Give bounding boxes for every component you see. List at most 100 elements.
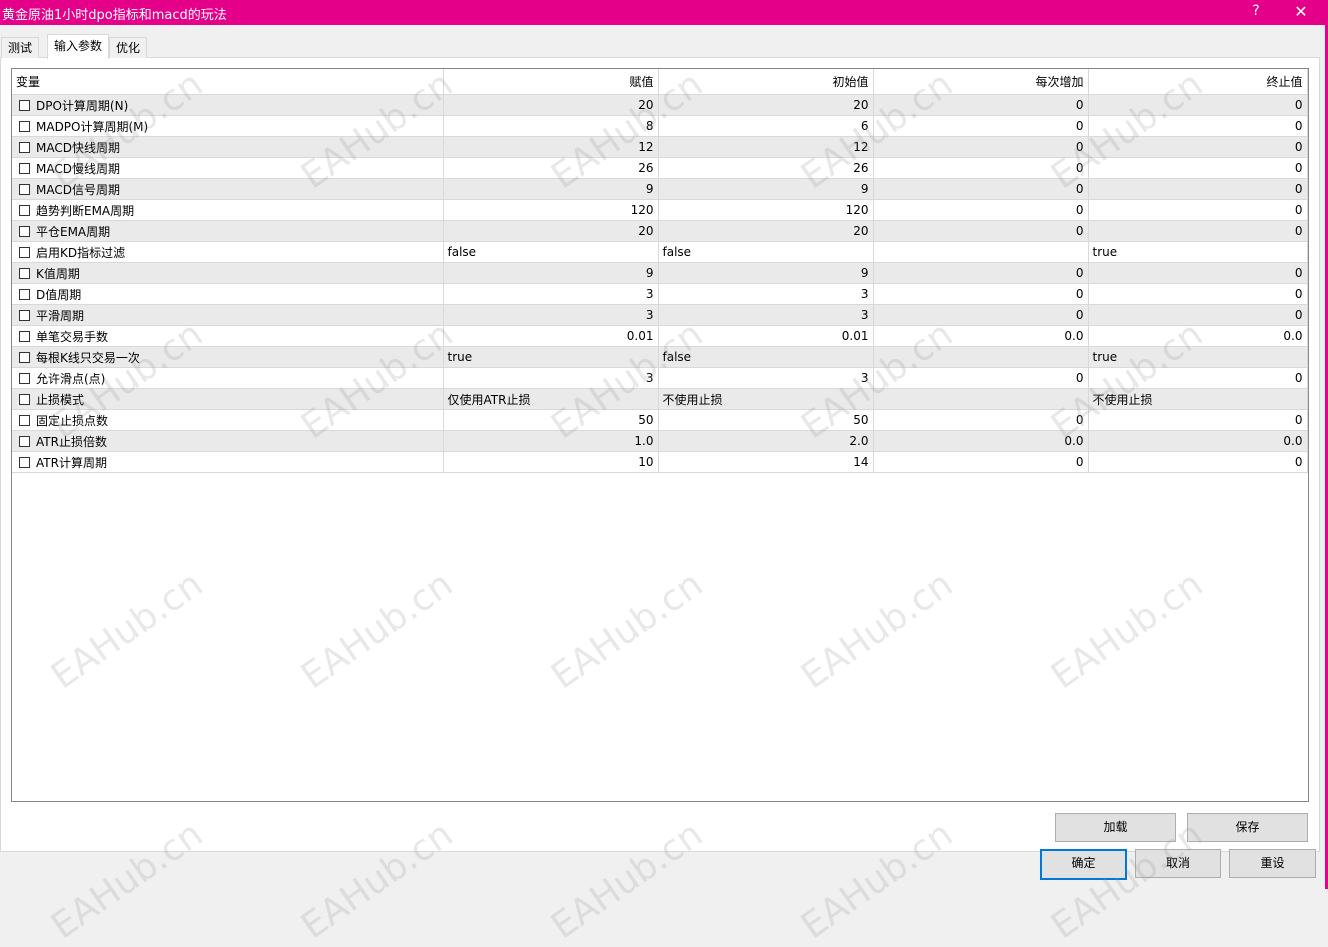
table-row[interactable]: 固定止损点数 50 50 0 0 — [12, 409, 1308, 431]
param-step-cell[interactable] — [873, 241, 1089, 263]
param-stop-cell[interactable]: true — [1088, 241, 1308, 263]
param-start-cell[interactable]: 2.0 — [658, 430, 874, 452]
param-step-cell[interactable]: 0 — [873, 367, 1089, 389]
param-step-cell[interactable]: 0 — [873, 262, 1089, 284]
param-stop-cell[interactable]: 0.0 — [1088, 325, 1308, 347]
ok-button[interactable]: 确定 — [1040, 849, 1127, 880]
optimize-checkbox[interactable] — [19, 309, 30, 321]
param-step-cell[interactable]: 0 — [873, 115, 1089, 137]
optimize-checkbox[interactable] — [19, 225, 30, 237]
table-row[interactable]: K值周期 9 9 0 0 — [12, 262, 1308, 284]
table-row[interactable]: MACD快线周期 12 12 0 0 — [12, 136, 1308, 158]
param-start-cell[interactable]: 14 — [658, 451, 874, 473]
param-value-cell[interactable]: false — [443, 241, 659, 263]
table-row[interactable]: MACD慢线周期 26 26 0 0 — [12, 157, 1308, 179]
param-value-cell[interactable]: 9 — [443, 262, 659, 284]
param-value-cell[interactable]: true — [443, 346, 659, 368]
param-step-cell[interactable]: 0 — [873, 220, 1089, 242]
optimize-checkbox[interactable] — [19, 183, 30, 195]
param-step-cell[interactable]: 0.0 — [873, 325, 1089, 347]
optimize-checkbox[interactable] — [19, 120, 30, 132]
param-value-cell[interactable]: 9 — [443, 178, 659, 200]
optimize-checkbox[interactable] — [19, 456, 30, 468]
optimize-checkbox[interactable] — [19, 204, 30, 216]
table-row[interactable]: ATR止损倍数 1.0 2.0 0.0 0.0 — [12, 430, 1308, 452]
param-step-cell[interactable]: 0 — [873, 94, 1089, 116]
param-value-cell[interactable]: 3 — [443, 304, 659, 326]
table-row[interactable]: 单笔交易手数 0.01 0.01 0.0 0.0 — [12, 325, 1308, 347]
optimize-checkbox[interactable] — [19, 99, 30, 111]
parameters-grid[interactable]: 变量 赋值 初始值 每次增加 终止值 DPO计算周期(N) 20 20 0 0 MADPO… — [11, 68, 1309, 802]
optimize-checkbox[interactable] — [19, 246, 30, 258]
col-header-step[interactable]: 每次增加 — [873, 69, 1089, 95]
table-row[interactable]: ATR计算周期 10 14 0 0 — [12, 451, 1308, 473]
param-stop-cell[interactable]: 0 — [1088, 178, 1308, 200]
param-start-cell[interactable]: 50 — [658, 409, 874, 431]
param-step-cell[interactable]: 0 — [873, 451, 1089, 473]
param-start-cell[interactable]: false — [658, 346, 874, 368]
param-value-cell[interactable]: 3 — [443, 367, 659, 389]
table-row[interactable]: 平滑周期 3 3 0 0 — [12, 304, 1308, 326]
table-row[interactable]: MADPO计算周期(M) 8 6 0 0 — [12, 115, 1308, 137]
tab-test[interactable]: 测试 — [1, 37, 40, 58]
optimize-checkbox[interactable] — [19, 393, 30, 405]
param-stop-cell[interactable]: 0 — [1088, 283, 1308, 305]
optimize-checkbox[interactable] — [19, 288, 30, 300]
param-start-cell[interactable]: 26 — [658, 157, 874, 179]
param-start-cell[interactable]: 120 — [658, 199, 874, 221]
param-step-cell[interactable]: 0 — [873, 409, 1089, 431]
param-start-cell[interactable]: 3 — [658, 283, 874, 305]
table-row[interactable]: 每根K线只交易一次 true false true — [12, 346, 1308, 368]
optimize-checkbox[interactable] — [19, 351, 30, 363]
col-header-variable[interactable]: 变量 — [12, 69, 444, 95]
param-start-cell[interactable]: 9 — [658, 178, 874, 200]
param-stop-cell[interactable]: 0 — [1088, 157, 1308, 179]
param-start-cell[interactable]: 6 — [658, 115, 874, 137]
param-value-cell[interactable]: 3 — [443, 283, 659, 305]
param-stop-cell[interactable]: 0 — [1088, 262, 1308, 284]
param-value-cell[interactable]: 0.01 — [443, 325, 659, 347]
param-start-cell[interactable]: 0.01 — [658, 325, 874, 347]
param-stop-cell[interactable]: 0 — [1088, 220, 1308, 242]
optimize-checkbox[interactable] — [19, 162, 30, 174]
col-header-start[interactable]: 初始值 — [658, 69, 874, 95]
param-value-cell[interactable]: 50 — [443, 409, 659, 431]
param-stop-cell[interactable]: true — [1088, 346, 1308, 368]
param-step-cell[interactable]: 0 — [873, 283, 1089, 305]
table-row[interactable]: 允许滑点(点) 3 3 0 0 — [12, 367, 1308, 389]
col-header-value[interactable]: 赋值 — [443, 69, 659, 95]
optimize-checkbox[interactable] — [19, 141, 30, 153]
param-step-cell[interactable]: 0 — [873, 178, 1089, 200]
param-stop-cell[interactable]: 0.0 — [1088, 430, 1308, 452]
param-step-cell[interactable]: 0 — [873, 157, 1089, 179]
param-stop-cell[interactable]: 0 — [1088, 409, 1308, 431]
table-row[interactable]: 止损模式 仅使用ATR止损 不使用止损 不使用止损 — [12, 388, 1308, 410]
optimize-checkbox[interactable] — [19, 267, 30, 279]
param-value-cell[interactable]: 12 — [443, 136, 659, 158]
param-start-cell[interactable]: 3 — [658, 367, 874, 389]
param-value-cell[interactable]: 120 — [443, 199, 659, 221]
close-button[interactable]: ✕ — [1287, 0, 1315, 25]
reset-button[interactable]: 重设 — [1229, 849, 1316, 878]
table-row[interactable]: 启用KD指标过滤 false false true — [12, 241, 1308, 263]
optimize-checkbox[interactable] — [19, 372, 30, 384]
param-value-cell[interactable]: 1.0 — [443, 430, 659, 452]
table-row[interactable]: 趋势判断EMA周期 120 120 0 0 — [12, 199, 1308, 221]
param-start-cell[interactable]: 20 — [658, 220, 874, 242]
param-stop-cell[interactable]: 0 — [1088, 199, 1308, 221]
param-start-cell[interactable]: 3 — [658, 304, 874, 326]
optimize-checkbox[interactable] — [19, 414, 30, 426]
table-row[interactable]: MACD信号周期 9 9 0 0 — [12, 178, 1308, 200]
optimize-checkbox[interactable] — [19, 435, 30, 447]
param-step-cell[interactable]: 0.0 — [873, 430, 1089, 452]
tab-input-params[interactable]: 输入参数 — [47, 34, 110, 59]
param-step-cell[interactable] — [873, 346, 1089, 368]
param-start-cell[interactable]: false — [658, 241, 874, 263]
col-header-stop[interactable]: 终止值 — [1088, 69, 1308, 95]
param-value-cell[interactable]: 20 — [443, 220, 659, 242]
param-stop-cell[interactable]: 不使用止损 — [1088, 388, 1308, 410]
param-start-cell[interactable]: 12 — [658, 136, 874, 158]
param-value-cell[interactable]: 26 — [443, 157, 659, 179]
param-step-cell[interactable]: 0 — [873, 199, 1089, 221]
param-stop-cell[interactable]: 0 — [1088, 451, 1308, 473]
